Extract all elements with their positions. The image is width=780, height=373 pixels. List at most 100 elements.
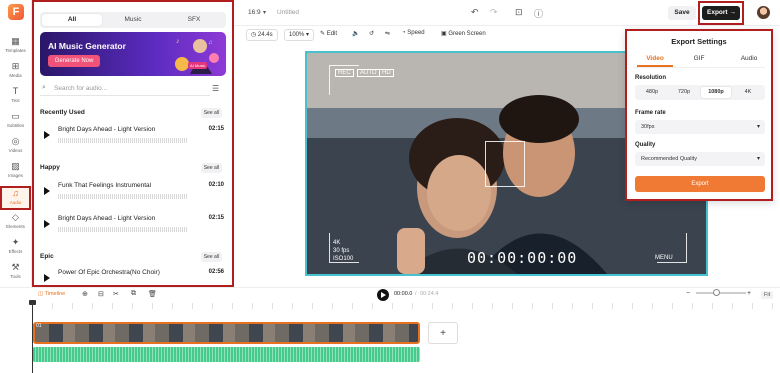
quality-select[interactable]: Recommended Quality ▾ xyxy=(635,152,765,166)
zoom-in-icon[interactable]: + xyxy=(747,290,751,297)
flip-icon[interactable]: ⇋ xyxy=(385,30,390,37)
resolution-1080p[interactable]: 1080p xyxy=(701,87,731,98)
see-all-button[interactable]: See all xyxy=(200,108,222,118)
redo-icon[interactable]: ↷ xyxy=(490,7,498,18)
speed-button[interactable]: ◔ Speed xyxy=(402,30,425,36)
play-icon[interactable] xyxy=(44,274,50,282)
chevron-down-icon: ▾ xyxy=(756,156,760,162)
quality-label: Quality xyxy=(635,142,656,148)
focus-frame xyxy=(485,141,525,187)
waveform xyxy=(58,138,188,143)
text-icon: T xyxy=(12,86,19,96)
list-item[interactable]: Bright Days Ahead - Light Version 02:15 xyxy=(40,123,226,149)
frame-rate-select[interactable]: 30fps ▾ xyxy=(635,120,765,134)
images-icon: ▨ xyxy=(11,161,20,171)
save-button[interactable]: Save xyxy=(668,6,696,20)
export-confirm-button[interactable]: Export xyxy=(635,176,765,192)
resolution-480p[interactable]: 480p xyxy=(637,87,667,98)
undo-icon[interactable]: ↶ xyxy=(471,7,479,18)
split-icon[interactable]: ⊟ xyxy=(98,290,104,298)
left-rail: F ▦ Templates ⊞ Media T Text ▭ Subtitles ◎ Vi… xyxy=(0,0,32,287)
screenshot-icon[interactable]: ⊡ xyxy=(515,7,523,18)
green-screen-icon: ▣ xyxy=(441,31,447,37)
play-icon[interactable] xyxy=(44,187,50,195)
app-logo[interactable]: F xyxy=(8,4,24,20)
rail-effects[interactable]: ✦ Effects xyxy=(0,237,31,261)
tab-gif[interactable]: GIF xyxy=(679,55,719,62)
zoom-select[interactable]: 100% ▾ xyxy=(284,29,315,41)
play-button[interactable] xyxy=(377,289,389,301)
waveform xyxy=(58,227,188,232)
edit-button[interactable]: ✎ Edit xyxy=(320,30,337,37)
tab-audio[interactable]: Audio xyxy=(729,55,769,62)
resolution-4k[interactable]: 4K xyxy=(733,87,763,98)
filter-icon[interactable]: ☰ xyxy=(212,84,219,93)
list-item[interactable]: Funk That Feelings Instrumental 02:10 xyxy=(40,179,226,205)
video-toolbar: ◷ 24.4s 100% ▾ ✎ Edit 🔈 ↺ ⇋ ◔ Speed ▣ Gr… xyxy=(234,26,634,44)
project-title[interactable]: Untitled xyxy=(277,9,299,16)
frame-rate-label: Frame rate xyxy=(635,110,666,116)
timeline-icon: ◫ xyxy=(38,291,44,297)
generate-now-button[interactable]: Generate Now xyxy=(48,55,100,67)
rail-label: Effects xyxy=(8,249,23,254)
zoom-slider-handle[interactable] xyxy=(713,289,720,296)
ai-music-banner[interactable]: AI Music Generator Generate Now ♪ ♫ AI M… xyxy=(40,32,226,76)
resolution-720p[interactable]: 720p xyxy=(669,87,699,98)
list-item[interactable]: Bright Days Ahead - Light Version 02:15 xyxy=(40,212,226,238)
rotate-icon[interactable]: ↺ xyxy=(369,30,374,37)
zoom-slider[interactable] xyxy=(696,292,746,294)
timeline-toolbar: ◫ Timeline ⊕ ⊟ ✂ ⧉ 🗑 00:00.0 / 00:24.4 −… xyxy=(0,287,780,301)
rail-label: Templates xyxy=(5,48,26,53)
add-clip-button[interactable]: + xyxy=(428,322,458,344)
rail-label: Videos xyxy=(8,148,23,153)
track-duration: 02:56 xyxy=(208,269,224,275)
export-label: Export xyxy=(707,9,728,16)
rail-tools[interactable]: ⚒ Tools xyxy=(0,262,31,286)
tab-music[interactable]: Music xyxy=(103,14,163,26)
green-screen-button[interactable]: ▣ Green Screen xyxy=(441,30,486,37)
rail-subtitles[interactable]: ▭ Subtitles xyxy=(0,111,31,135)
resolution-label: Resolution xyxy=(635,75,666,81)
total-time: 00:24.4 xyxy=(420,291,439,297)
tab-sfx[interactable]: SFX xyxy=(164,14,224,26)
rail-images[interactable]: ▨ Images xyxy=(0,161,31,185)
export-button[interactable]: Export → xyxy=(702,6,740,20)
trash-icon[interactable]: 🗑 xyxy=(148,290,157,298)
time-ruler[interactable] xyxy=(32,303,780,309)
help-icon[interactable]: ⓘ xyxy=(534,7,543,20)
timeline-toggle[interactable]: ◫ Timeline xyxy=(38,291,65,297)
aspect-ratio-select[interactable]: 16:9 xyxy=(248,9,261,16)
duration-display[interactable]: ◷ 24.4s xyxy=(246,29,278,41)
avatar[interactable] xyxy=(757,6,770,19)
tab-all[interactable]: All xyxy=(42,14,102,26)
rail-audio[interactable]: ♫ Audio xyxy=(0,186,31,210)
playhead[interactable] xyxy=(32,302,33,373)
scissors-icon[interactable]: ✂ xyxy=(113,290,119,298)
play-icon[interactable] xyxy=(44,220,50,228)
rail-text[interactable]: T Text xyxy=(0,86,31,110)
audio-search[interactable]: ⌕ Search for audio... xyxy=(40,82,210,96)
fit-button[interactable]: Fit xyxy=(761,291,774,299)
duplicate-icon[interactable]: ⧉ xyxy=(131,290,136,298)
track-name: Bright Days Ahead - Light Version xyxy=(58,126,156,133)
video-clip[interactable] xyxy=(33,322,420,344)
zoom-out-icon[interactable]: − xyxy=(686,290,690,297)
rail-videos[interactable]: ◎ Videos xyxy=(0,136,31,160)
add-media-icon[interactable]: ⊕ xyxy=(82,290,88,298)
section-title: Epic xyxy=(40,253,54,260)
rail-label: Audio xyxy=(9,200,22,205)
section-title: Recently Used xyxy=(40,109,85,116)
list-item[interactable]: Power Of Epic Orchestra(No Choir) 02:56 xyxy=(40,266,226,286)
edit-label: Edit xyxy=(326,31,338,37)
iso-label: ISO100 xyxy=(333,256,354,262)
see-all-button[interactable]: See all xyxy=(200,252,222,262)
see-all-button[interactable]: See all xyxy=(200,163,222,173)
playhead-handle[interactable] xyxy=(29,300,36,305)
rail-elements[interactable]: ◇ Elements xyxy=(0,212,31,236)
rail-media[interactable]: ⊞ Media xyxy=(0,61,31,85)
audio-track-clip[interactable] xyxy=(33,347,420,362)
tab-video[interactable]: Video xyxy=(635,55,675,62)
volume-icon[interactable]: 🔈 xyxy=(352,30,359,37)
rail-templates[interactable]: ▦ Templates xyxy=(0,36,31,60)
play-icon[interactable] xyxy=(44,131,50,139)
